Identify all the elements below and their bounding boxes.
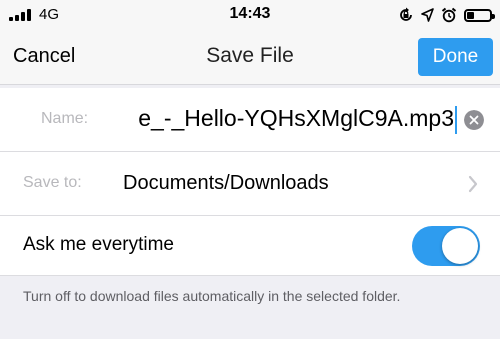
save-to-value: Documents/Downloads: [123, 172, 329, 194]
save-location-row[interactable]: Save to: Documents/Downloads: [0, 152, 500, 216]
name-label: Name:: [41, 110, 89, 127]
save-to-label: Save to:: [23, 174, 82, 191]
navigation-bar: Cancel Save File Done: [0, 30, 500, 85]
ask-everytime-row: Ask me everytime: [0, 216, 500, 276]
ask-everytime-label: Ask me everytime: [23, 234, 174, 255]
text-caret: [455, 106, 457, 134]
location-arrow-icon: [421, 8, 434, 22]
toggle-knob: [442, 228, 478, 264]
status-icons: [391, 5, 495, 25]
screen-lock-icon: [400, 7, 412, 21]
status-bar: 4G 14:43: [0, 0, 500, 30]
ask-everytime-toggle[interactable]: [412, 226, 480, 266]
done-button[interactable]: Done: [418, 38, 493, 76]
footer-note: Turn off to download files automatically…: [23, 288, 401, 304]
file-name-value: e_-_Hello-YQHsXMglC9A.mp3: [138, 105, 454, 131]
battery-icon: [464, 8, 495, 22]
chevron-right-icon: [468, 175, 478, 193]
file-name-input[interactable]: e_-_Hello-YQHsXMglC9A.mp3: [114, 96, 458, 144]
clear-text-icon[interactable]: [464, 110, 484, 130]
file-name-row: Name: e_-_Hello-YQHsXMglC9A.mp3: [0, 88, 500, 152]
alarm-clock-icon: [441, 7, 457, 23]
